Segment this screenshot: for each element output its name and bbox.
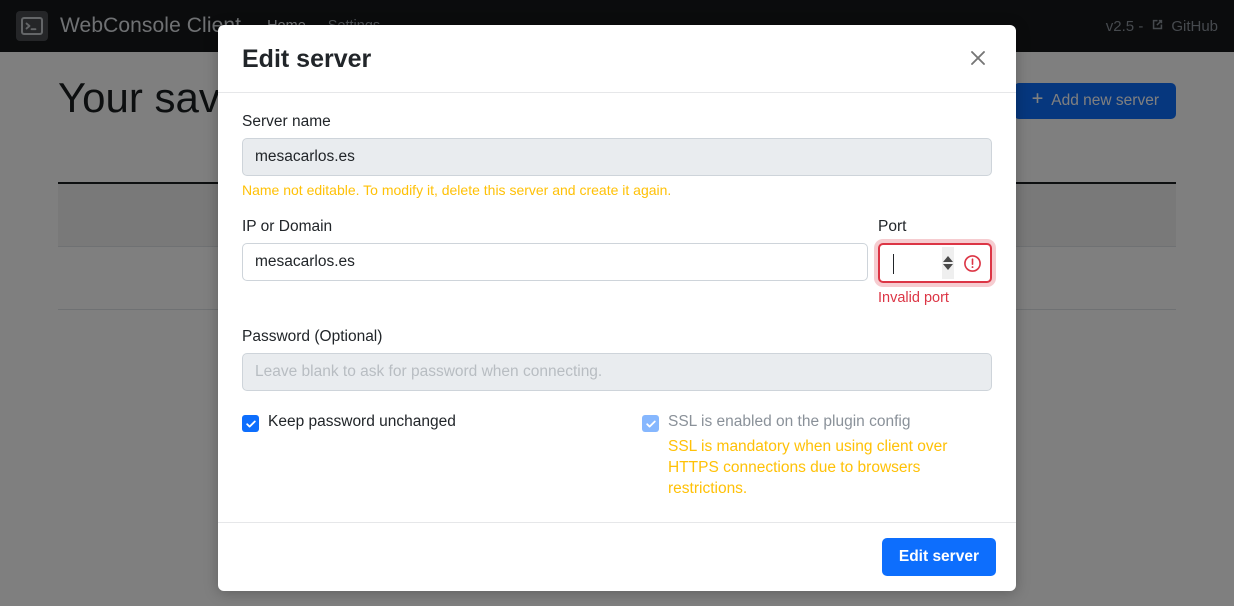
server-name-input[interactable] (242, 138, 992, 176)
edit-server-dialog: Edit server Server name Name not editabl… (218, 25, 1016, 591)
port-input[interactable] (880, 245, 942, 281)
ip-domain-group: IP or Domain (242, 218, 868, 281)
exclamation-circle-icon (963, 254, 982, 273)
keep-password-label: Keep password unchanged (268, 413, 456, 430)
port-error-message: Invalid port (878, 290, 949, 306)
ip-domain-input[interactable] (242, 243, 868, 281)
keep-password-group: Keep password unchanged (242, 413, 642, 500)
ssl-warning-text: SSL is mandatory when using client over … (668, 438, 948, 497)
keep-password-checkbox[interactable]: Keep password unchanged (242, 413, 642, 432)
port-label: Port (878, 218, 907, 235)
submit-edit-server-button[interactable]: Edit server (881, 537, 996, 576)
ip-domain-label: IP or Domain (242, 218, 333, 235)
ssl-group: SSL is enabled on the plugin config SSL … (642, 413, 992, 500)
ssl-label: SSL is enabled on the plugin config (668, 413, 911, 430)
dialog-footer: Edit server (218, 521, 1016, 591)
text-caret (893, 254, 894, 274)
port-group: Port Invalid port (878, 218, 992, 306)
password-label: Password (Optional) (242, 328, 383, 345)
checkbox-checked-disabled-icon (642, 415, 659, 432)
port-stepper[interactable] (942, 247, 954, 279)
ssl-checkbox: SSL is enabled on the plugin config (642, 413, 992, 432)
checkbox-row: Keep password unchanged SSL is enabled o… (242, 413, 992, 500)
password-input[interactable] (242, 353, 992, 391)
dialog-header: Edit server (218, 25, 1016, 93)
dialog-body: Server name Name not editable. To modify… (218, 93, 1016, 522)
server-name-label: Server name (242, 113, 331, 130)
triangle-down-icon[interactable] (943, 264, 953, 270)
server-name-group: Server name Name not editable. To modify… (242, 113, 992, 198)
checkbox-checked-icon (242, 415, 259, 432)
close-icon (968, 48, 988, 71)
ip-port-row: IP or Domain Port (242, 218, 992, 306)
port-input-wrapper (878, 243, 992, 283)
triangle-up-icon[interactable] (943, 256, 953, 262)
dialog-title: Edit server (242, 45, 372, 73)
close-button[interactable] (964, 46, 992, 74)
password-group: Password (Optional) (242, 328, 992, 391)
server-name-help: Name not editable. To modify it, delete … (242, 182, 672, 198)
